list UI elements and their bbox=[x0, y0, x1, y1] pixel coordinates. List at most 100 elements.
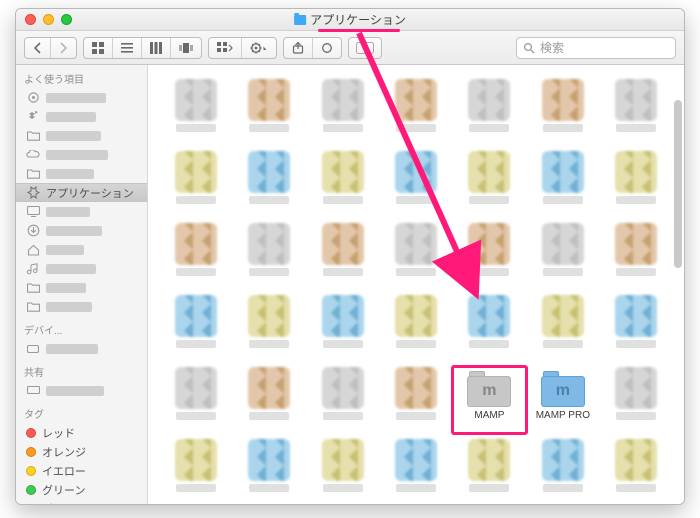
grid-item[interactable] bbox=[235, 223, 302, 291]
minimize-button[interactable] bbox=[43, 14, 54, 25]
folder-icon bbox=[26, 300, 40, 314]
app-icon bbox=[615, 223, 657, 265]
sidebar-tag-green[interactable]: グリーン bbox=[16, 480, 147, 499]
grid-item-label bbox=[543, 484, 583, 492]
zoom-button[interactable] bbox=[61, 14, 72, 25]
sidebar-item-blur[interactable] bbox=[16, 240, 147, 259]
grid-item[interactable] bbox=[382, 295, 449, 363]
sidebar-item-blur[interactable] bbox=[16, 107, 147, 126]
app-icon bbox=[175, 223, 217, 265]
sidebar-tag-orange[interactable]: オレンジ bbox=[16, 442, 147, 461]
sidebar-item-blur[interactable] bbox=[16, 145, 147, 164]
grid-item[interactable] bbox=[382, 223, 449, 291]
action-button[interactable] bbox=[242, 38, 276, 58]
back-button[interactable] bbox=[25, 38, 51, 58]
grid-item[interactable] bbox=[456, 439, 523, 504]
sidebar-item-blur[interactable] bbox=[16, 278, 147, 297]
app-icon bbox=[542, 79, 584, 121]
grid-item[interactable] bbox=[382, 79, 449, 147]
grid-item[interactable] bbox=[382, 367, 449, 435]
sidebar-item-blur[interactable] bbox=[16, 88, 147, 107]
grid-item[interactable] bbox=[309, 223, 376, 291]
sidebar-item-applications[interactable]: アプリケーション bbox=[16, 183, 147, 202]
grid-item-label bbox=[543, 124, 583, 132]
grid-item[interactable] bbox=[529, 151, 596, 219]
sidebar-tag-yellow[interactable]: イエロー bbox=[16, 461, 147, 480]
grid-item-label bbox=[323, 412, 363, 420]
sidebar-item-blur[interactable] bbox=[16, 297, 147, 316]
grid-item[interactable] bbox=[382, 151, 449, 219]
sidebar-item-blur[interactable] bbox=[16, 202, 147, 221]
grid-item[interactable] bbox=[162, 367, 229, 435]
grid-item[interactable] bbox=[603, 439, 670, 504]
grid-item[interactable] bbox=[603, 295, 670, 363]
sidebar-item-label: レッド bbox=[42, 425, 75, 441]
grid-item[interactable] bbox=[456, 295, 523, 363]
app-icon bbox=[322, 295, 364, 337]
grid-item[interactable] bbox=[235, 367, 302, 435]
app-icon bbox=[468, 295, 510, 337]
grid-item[interactable] bbox=[603, 151, 670, 219]
view-column-button[interactable] bbox=[142, 38, 171, 58]
sidebar-item-blur[interactable] bbox=[16, 126, 147, 145]
grid-item[interactable] bbox=[162, 223, 229, 291]
sidebar-item-blur[interactable] bbox=[16, 259, 147, 278]
search-field[interactable]: 検索 bbox=[516, 37, 676, 59]
grid-item[interactable] bbox=[382, 439, 449, 504]
downloads-icon bbox=[26, 224, 40, 238]
sidebar-item-blur[interactable] bbox=[16, 221, 147, 240]
edit-tags-button[interactable] bbox=[313, 38, 341, 58]
grid-item[interactable] bbox=[309, 439, 376, 504]
app-icon bbox=[468, 439, 510, 481]
grid-item[interactable] bbox=[456, 79, 523, 147]
quicklook-button[interactable] bbox=[348, 37, 382, 59]
grid-item[interactable] bbox=[162, 295, 229, 363]
forward-button[interactable] bbox=[51, 38, 76, 58]
grid-item[interactable] bbox=[529, 223, 596, 291]
folder-icon bbox=[26, 281, 40, 295]
share-button[interactable] bbox=[284, 38, 313, 58]
view-list-button[interactable] bbox=[113, 38, 142, 58]
close-button[interactable] bbox=[25, 14, 36, 25]
app-icon bbox=[248, 295, 290, 337]
grid-item[interactable] bbox=[456, 151, 523, 219]
grid-item[interactable] bbox=[309, 79, 376, 147]
grid-item[interactable] bbox=[603, 367, 670, 435]
app-icon bbox=[615, 151, 657, 193]
grid-item[interactable] bbox=[529, 439, 596, 504]
sidebar-item-blur[interactable] bbox=[16, 381, 147, 400]
share-tag-group bbox=[283, 37, 342, 59]
sidebar-tag-red[interactable]: レッド bbox=[16, 423, 147, 442]
desktop-icon bbox=[26, 205, 40, 219]
grid-item[interactable] bbox=[162, 151, 229, 219]
scrollbar-thumb[interactable] bbox=[674, 100, 682, 268]
grid-item[interactable] bbox=[456, 223, 523, 291]
grid-item[interactable] bbox=[235, 295, 302, 363]
grid-item-mamp[interactable]: m MAMP bbox=[456, 367, 523, 435]
grid-item[interactable] bbox=[603, 79, 670, 147]
grid-item[interactable] bbox=[235, 79, 302, 147]
sidebar-item-label bbox=[46, 169, 94, 179]
grid-item-mamp-pro[interactable]: m MAMP PRO bbox=[529, 367, 596, 435]
app-icon bbox=[395, 439, 437, 481]
view-coverflow-button[interactable] bbox=[171, 38, 201, 58]
sidebar-item-blur[interactable] bbox=[16, 164, 147, 183]
arrange-button[interactable] bbox=[209, 38, 242, 58]
scrollbar[interactable] bbox=[674, 75, 682, 494]
grid-item[interactable] bbox=[529, 295, 596, 363]
view-icon-button[interactable] bbox=[84, 38, 113, 58]
grid-item-label bbox=[616, 340, 656, 348]
grid-item[interactable] bbox=[529, 79, 596, 147]
grid-item[interactable] bbox=[162, 79, 229, 147]
grid-item[interactable] bbox=[309, 295, 376, 363]
grid-item[interactable] bbox=[162, 439, 229, 504]
sidebar-tag-blue[interactable]: ブルー bbox=[16, 499, 147, 504]
grid-item[interactable] bbox=[309, 367, 376, 435]
window-title-text: アプリケーション bbox=[310, 11, 406, 28]
sidebar-item-blur[interactable] bbox=[16, 339, 147, 358]
grid-item[interactable] bbox=[235, 439, 302, 504]
grid-item[interactable] bbox=[235, 151, 302, 219]
grid-item[interactable] bbox=[309, 151, 376, 219]
grid-item[interactable] bbox=[603, 223, 670, 291]
sidebar: よく使う項目 アプリケーショ bbox=[16, 65, 148, 504]
